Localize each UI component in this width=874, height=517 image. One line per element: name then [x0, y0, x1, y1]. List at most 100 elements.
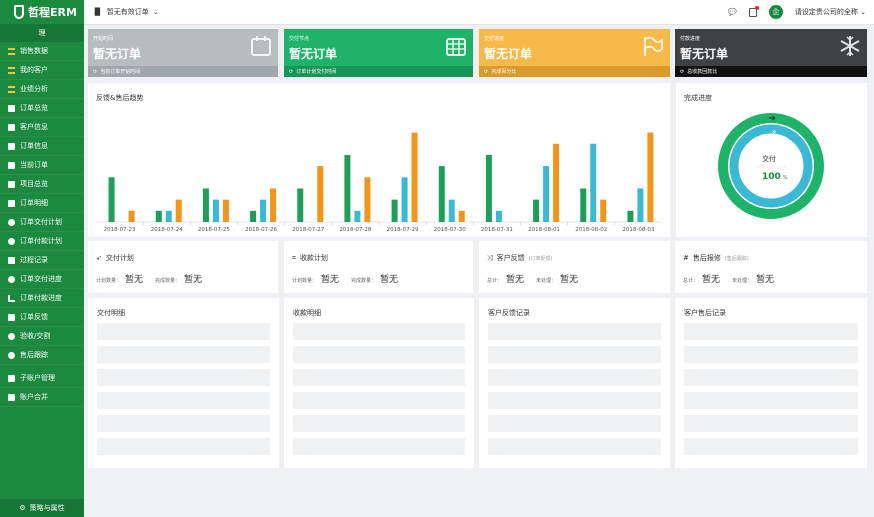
sidebar-item-label: 订单交付计划 [20, 218, 62, 226]
x-tick-label: 2018-07-31 [481, 227, 513, 233]
refresh-icon: ⟳ [680, 68, 685, 75]
record-panel-title: 客户反馈记录 [488, 309, 530, 317]
sidebar-item[interactable]: 业绩分析 [0, 80, 84, 99]
chart-bar [155, 210, 162, 222]
summary-section-header: ⌗ 收款计划 [292, 253, 332, 263]
stat-label: 总计： [487, 278, 503, 284]
sidebar-item[interactable]: 我的客户 [0, 61, 84, 80]
sidebar-item-label: 订单反馈 [20, 313, 48, 321]
record-panel-title: 客户售后记录 [684, 309, 726, 317]
message-icon[interactable]: 💬 [728, 8, 737, 16]
summary-section-subtitle: (订单反馈) [528, 255, 553, 262]
sidebar-item[interactable]: 项目总览 [0, 175, 84, 194]
sidebar-item[interactable]: 当前订单 [0, 156, 84, 175]
send-icon: ➶ [96, 254, 102, 262]
progress-outer-arrow-icon: ➔ [768, 114, 776, 124]
placeholder-row [488, 346, 661, 363]
circle-icon [8, 237, 15, 245]
record-panel-title: 交付明细 [97, 309, 125, 317]
stat-card-footer: ⟳ 当前订单开始时间 [88, 66, 278, 77]
x-tick-label: 2018-08-03 [622, 227, 654, 233]
sidebar-item-label: 订单总览 [20, 104, 48, 112]
app-logo[interactable]: 哲程ERM [0, 0, 84, 24]
order-filter-dropdown[interactable]: ▐▌ 暂无有效订单 ⌄ [92, 7, 159, 17]
chart-bar [580, 188, 587, 222]
summary-section: ⤨ 客户反馈 (订单反馈) 总计： 暂无 未处理： 暂无 [479, 241, 670, 293]
crop-icon: ⌗ [292, 253, 296, 262]
notification-icon[interactable] [748, 5, 759, 17]
shuffle-icon: ⤨ [487, 253, 493, 262]
stat-card: 开始时间暂无订单 ⟳ 当前订单开始时间 [88, 29, 278, 77]
summary-section-stats: 总计： 暂无 未处理： 暂无 [487, 272, 586, 285]
doc-icon [8, 123, 15, 131]
strategy-settings-link[interactable]: ⚙ 策略与属性 [0, 499, 84, 517]
sidebar-item[interactable]: 订单总览 [0, 99, 84, 118]
list-icon [8, 85, 15, 93]
record-panel: 交付明细 [88, 298, 279, 468]
sidebar-collapse-toggle[interactable]: 理 [0, 24, 84, 42]
sidebar-item-label: 我的客户 [20, 66, 48, 74]
stat-value: 暂无 [380, 275, 399, 285]
summary-section-subtitle: (售后跟踪) [724, 255, 749, 262]
chart-bar [212, 199, 219, 222]
sidebar-item-label: 项目总览 [20, 180, 48, 188]
sidebar-item[interactable]: 售后跟踪 [0, 346, 84, 365]
list-icon [8, 66, 15, 74]
company-name-label: 请设定贵公司的全称 [794, 8, 858, 16]
sidebar-item[interactable]: 订单明细 [0, 194, 84, 213]
x-tick-label: 2018-07-23 [104, 227, 136, 233]
chart-bar [401, 177, 408, 222]
stat-card-label: 开始时间 [93, 36, 114, 42]
sidebar-menu: 销售数据我的客户业绩分析订单总览客户信息 订单信息 当前订单项目总览订单明细订单交付… [0, 42, 84, 407]
company-name-link[interactable]: 请设定贵公司的全称 ⌄ [795, 7, 866, 17]
stat-card-label: 付款进度 [680, 36, 701, 42]
record-panel-title: 收款明细 [293, 309, 321, 317]
chart-bar [627, 210, 634, 222]
sidebar-item[interactable]: 订单交付计划 [0, 213, 84, 232]
placeholder-row [684, 369, 858, 386]
stat-label: 总计： [683, 278, 699, 284]
stat-card-footer: ⟳ 完成百分比 [479, 66, 670, 77]
chart-bar [647, 132, 654, 222]
sidebar-item[interactable]: 订单付款进度 [0, 289, 84, 308]
sidebar-item[interactable]: 销售数据 [0, 42, 84, 61]
chart-bar [175, 199, 182, 222]
sidebar-item[interactable]: 订单付款计划 [0, 232, 84, 251]
stat-card-footer: ⟳ 总收款回款比 [675, 66, 867, 77]
stat-label: 未处理： [536, 278, 557, 284]
placeholder-row [97, 415, 270, 432]
trend-panel: 反馈&售后趋势 2018-07-23 2018-07-24 2018-07-25 20… [88, 83, 670, 237]
doc-icon [8, 161, 15, 169]
sidebar-item[interactable]: 订单交付进度 [0, 270, 84, 289]
sidebar-item[interactable]: 子账户管理 [0, 369, 84, 388]
stat-card-footer-label: 当前订单开始时间 [100, 69, 141, 75]
sidebar-item[interactable]: 账户合并 [0, 388, 84, 407]
snowflake-icon [840, 36, 860, 56]
placeholder-row [97, 438, 270, 455]
stat-card-footer: ⟳ 订单计划交付时间 [284, 66, 473, 77]
sidebar-item[interactable]: 过程记录 [0, 251, 84, 270]
placeholder-row [97, 392, 270, 409]
progress-center-value: 100 [762, 172, 781, 182]
stat-value: 暂无 [560, 275, 579, 285]
sidebar-item[interactable]: 客户信息 [0, 118, 84, 137]
stat-card-label: 交付进度 [484, 36, 505, 42]
sidebar-item-label: 验收/交割 [20, 332, 51, 340]
sidebar-item[interactable]: 订单反馈 [0, 308, 84, 327]
stat-card-value: 暂无订单 [680, 47, 729, 61]
sidebar-item[interactable]: 订单信息 [0, 137, 84, 156]
chart-bar [448, 199, 455, 222]
summary-section: # 售后报修 (售后跟踪) 总计： 暂无 未处理： 暂无 [675, 241, 867, 293]
x-tick-label: 2018-07-27 [292, 227, 324, 233]
chart-bar [354, 210, 361, 222]
chart-bar [543, 166, 550, 222]
stat-card-value: 暂无订单 [93, 47, 142, 61]
avatar[interactable]: 企 [768, 5, 783, 19]
sidebar-item-label: 订单交付进度 [20, 275, 62, 283]
progress-center-label: 交付 [762, 155, 776, 163]
sidebar-item[interactable]: 验收/交割 [0, 327, 84, 346]
stat-card-label: 交付节点 [289, 36, 310, 42]
x-tick-label: 2018-07-25 [198, 227, 230, 233]
sidebar-item-label: 过程记录 [20, 256, 48, 264]
circle-icon [8, 275, 15, 283]
